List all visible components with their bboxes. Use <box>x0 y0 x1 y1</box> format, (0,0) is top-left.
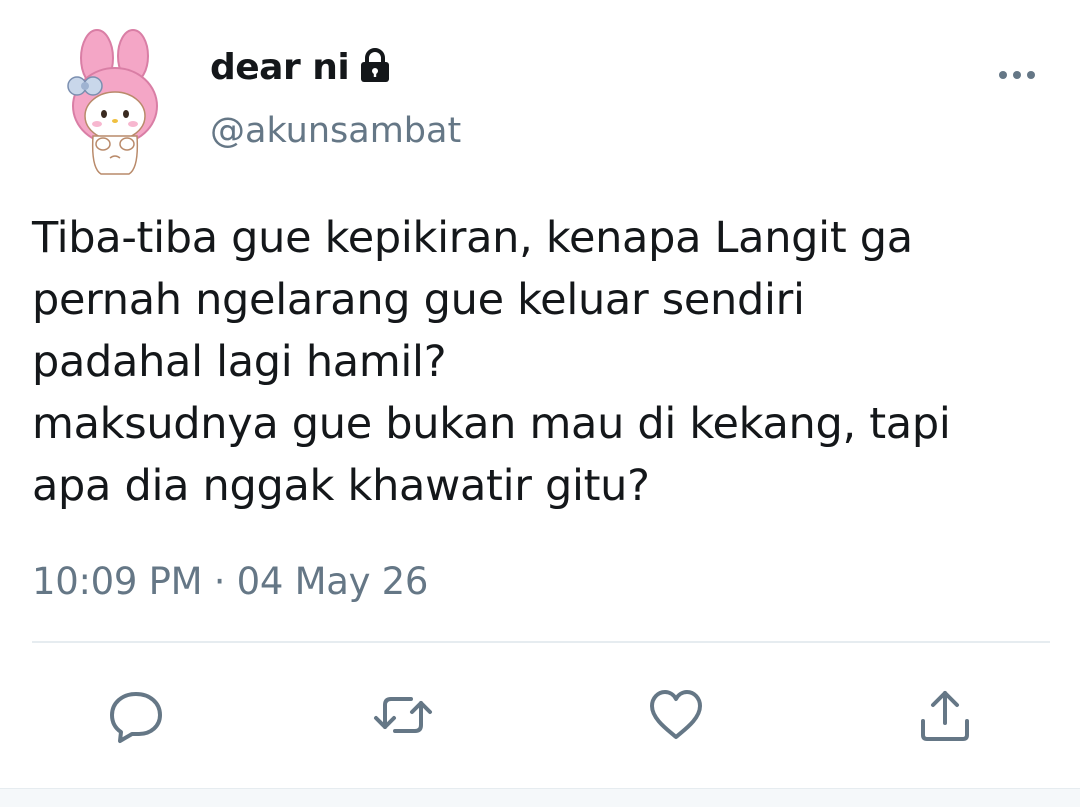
share-icon <box>921 691 969 741</box>
tweet-text-line: maksudnya gue bukan mau di kekang, tapi <box>32 399 951 449</box>
tweet-time: 10:09 PM <box>32 560 203 603</box>
tweet-text-line: Tiba-tiba gue kepikiran, kenapa Langit g… <box>32 213 913 263</box>
tweet-date: 04 May 26 <box>236 560 429 603</box>
reply-button[interactable] <box>106 685 166 745</box>
display-name[interactable]: dear ni <box>210 47 350 88</box>
share-button[interactable] <box>915 685 975 745</box>
divider <box>32 641 1050 643</box>
tweet-timestamp[interactable]: 10:09 PM · 04 May 26 <box>32 560 428 603</box>
retweet-icon <box>374 697 432 733</box>
avatar[interactable] <box>55 28 175 178</box>
retweet-button[interactable] <box>373 685 433 745</box>
tweet-text-line: padahal lagi hamil? <box>32 337 447 387</box>
heart-icon <box>650 690 702 739</box>
tweet-text: Tiba-tiba gue kepikiran, kenapa Langit g… <box>32 207 1062 517</box>
author-row[interactable]: dear ni <box>210 44 395 90</box>
tweet-text-line: apa dia nggak khawatir gitu? <box>32 461 650 511</box>
user-handle[interactable]: @akunsambat <box>210 111 461 151</box>
bottom-divider <box>0 788 1080 807</box>
tweet-text-line: pernah ngelarang gue keluar sendiri <box>32 275 805 325</box>
more-options-icon[interactable] <box>996 62 1038 88</box>
avatar-image <box>67 29 158 175</box>
like-button[interactable] <box>646 685 706 745</box>
lock-icon <box>355 46 395 86</box>
reply-icon <box>110 692 162 743</box>
meta-separator: · <box>213 560 226 603</box>
tweet-card: dear ni @akunsambat Tiba-tiba gue kepiki… <box>0 0 1080 807</box>
